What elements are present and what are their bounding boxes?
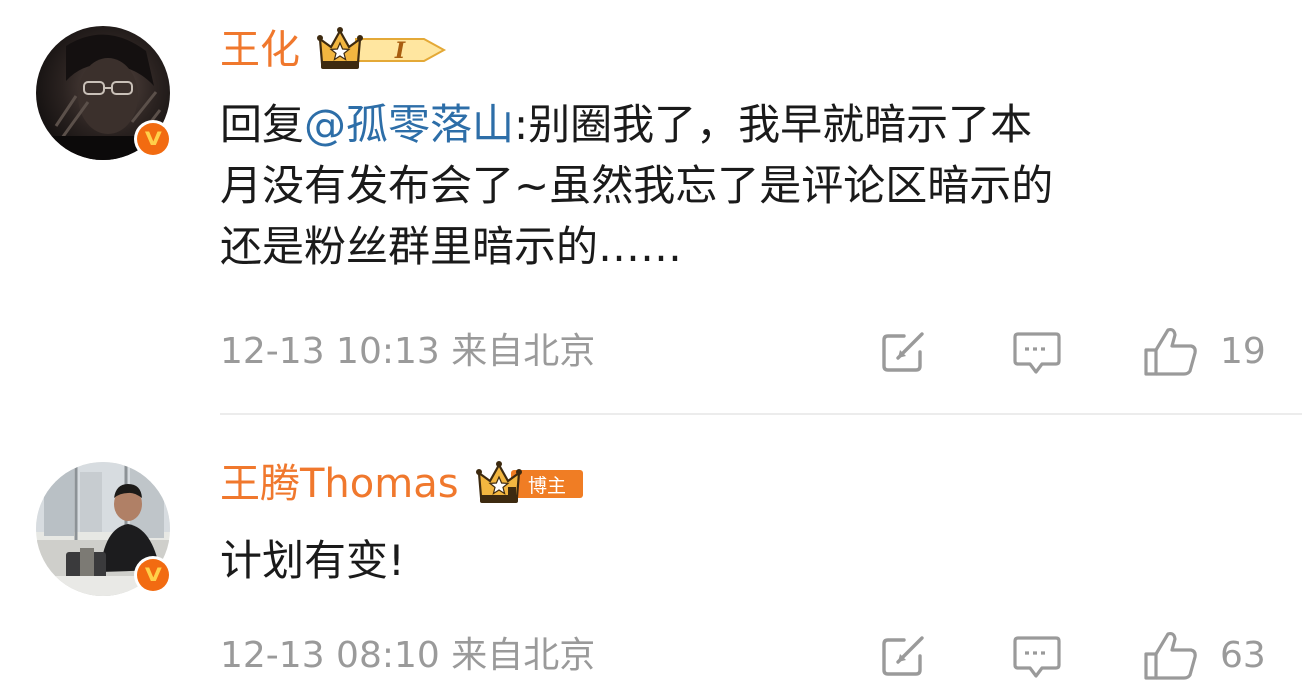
comment-footer: 12-13 10:13 来自北京 19 (220, 324, 1280, 380)
repost-icon[interactable] (880, 330, 928, 374)
avatar[interactable]: V (36, 462, 172, 596)
location: 来自北京 (451, 635, 596, 676)
comment-text: 计划有变! (220, 536, 405, 585)
comment-item: V 王腾Thomas 博主 计划有变! 12-13 08:10 来自北京 63 (0, 414, 1302, 680)
crown-icon: I (317, 27, 447, 69)
avatar[interactable]: V (36, 26, 172, 160)
like-count: 19 (1220, 331, 1266, 372)
username-row: 王腾Thomas 博主 (220, 458, 585, 510)
username-row: 王化 I (220, 24, 450, 76)
comment-text: 回复@孤零落山:别圈我了，我早就暗示了本 月没有发布会了~虽然我忘了是评论区暗示… (220, 94, 1053, 277)
badge-label: 博主 (528, 475, 566, 497)
timestamp: 12-13 10:13 (220, 331, 440, 372)
reply-prefix: 回复 (220, 100, 305, 149)
username[interactable]: 王化 (220, 24, 300, 76)
username[interactable]: 王腾Thomas (220, 458, 459, 510)
thumbs-up-icon[interactable] (1142, 326, 1200, 378)
mention-link[interactable]: @孤零落山 (304, 100, 514, 149)
text-line: 回复@孤零落山:别圈我了，我早就暗示了本 (220, 94, 1053, 155)
comment-item: V 王化 I 回复@孤零落山:别圈我了，我早就暗示了本 月没有发布会了~虽然我忘… (0, 0, 1302, 414)
comment-icon[interactable] (1012, 330, 1062, 376)
location: 来自北京 (451, 331, 596, 372)
text-line: 还是粉丝群里暗示的…… (220, 222, 683, 271)
comment-icon[interactable] (1012, 634, 1062, 680)
text-rest: :别圈我了，我早就暗示了本 (514, 100, 1033, 149)
blogger-badge[interactable]: 博主 (475, 461, 585, 507)
meta-info: 12-13 10:13 来自北京 (220, 324, 595, 380)
badge-level: I (394, 38, 406, 64)
timestamp: 12-13 08:10 (220, 635, 440, 676)
text-line: 月没有发布会了~虽然我忘了是评论区暗示的 (220, 161, 1054, 210)
verified-v-icon: V (134, 556, 172, 594)
thumbs-up-icon[interactable] (1142, 630, 1200, 682)
fan-level-badge[interactable]: I (316, 27, 450, 73)
verified-v-icon: V (134, 120, 172, 158)
crown-icon: 博主 (475, 461, 583, 503)
repost-icon[interactable] (880, 634, 928, 678)
